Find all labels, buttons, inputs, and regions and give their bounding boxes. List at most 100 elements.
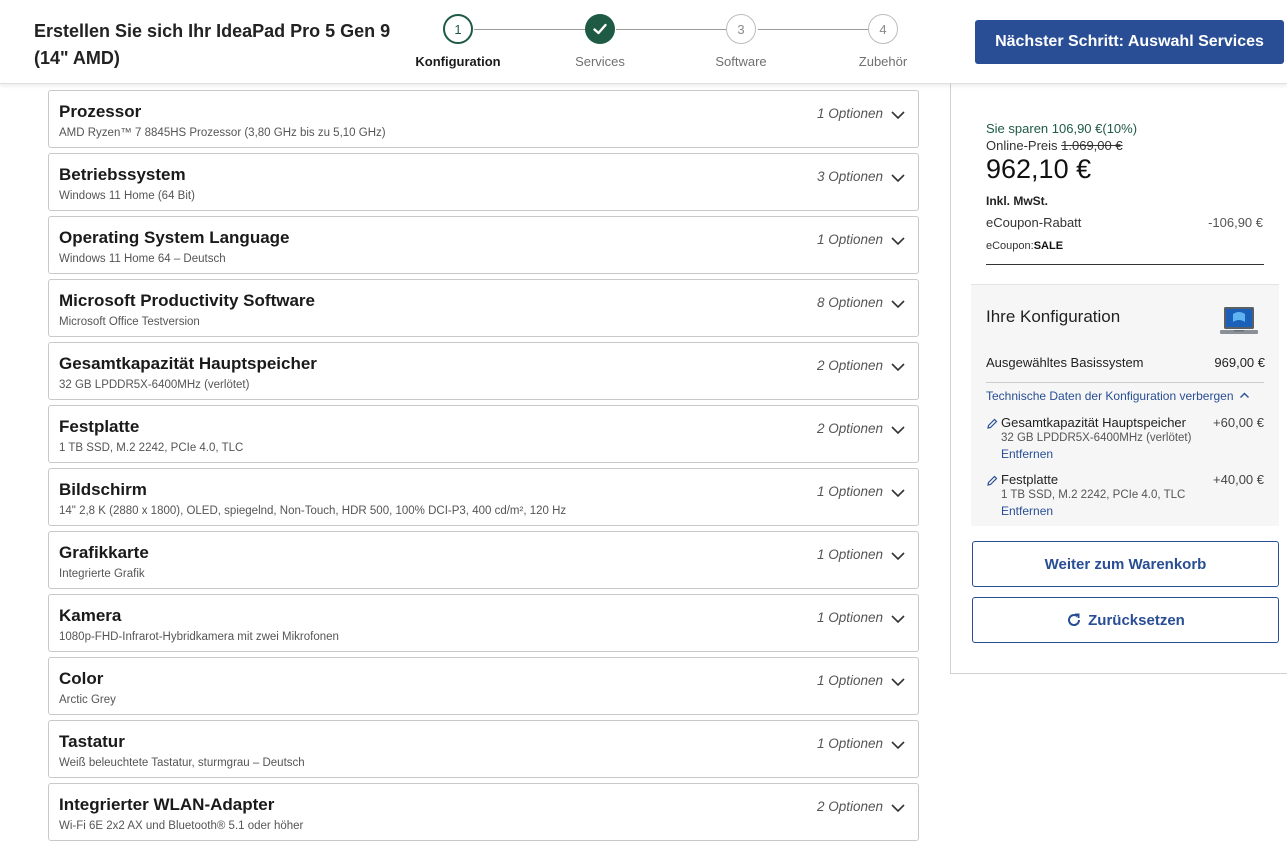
remove-link[interactable]: Entfernen bbox=[1001, 447, 1053, 461]
chevron-down-icon[interactable] bbox=[890, 611, 906, 627]
step-konfiguration[interactable]: 1 Konfiguration bbox=[398, 14, 518, 69]
reset-button[interactable]: Zurücksetzen bbox=[972, 597, 1279, 643]
pencil-icon[interactable] bbox=[986, 418, 998, 430]
page-header: Erstellen Sie sich Ihr IdeaPad Pro 5 Gen… bbox=[0, 0, 1287, 84]
option-row[interactable]: Kamera 1080p-FHD-Infrarot-Hybridkamera m… bbox=[48, 594, 919, 652]
chevron-down-icon[interactable] bbox=[890, 170, 906, 186]
next-step-button[interactable]: Nächster Schritt: Auswahl Services bbox=[975, 20, 1284, 64]
option-value: 32 GB LPDDR5X-6400MHz (verlötet) bbox=[59, 379, 250, 391]
configuration-summary: Ihre Konfiguration Ausgewähltes Basissys… bbox=[971, 284, 1279, 526]
modification-value: 32 GB LPDDR5X-6400MHz (verlötet) bbox=[1001, 432, 1192, 444]
option-row[interactable]: Festplatte 1 TB SSD, M.2 2242, PCIe 4.0,… bbox=[48, 405, 919, 463]
option-row[interactable]: Integrierter WLAN-Adapter Wi-Fi 6E 2x2 A… bbox=[48, 783, 919, 841]
option-count: 1 Optionen bbox=[816, 673, 883, 688]
option-value: Arctic Grey bbox=[59, 694, 116, 706]
step-label: Konfiguration bbox=[415, 54, 501, 69]
option-row[interactable]: Microsoft Productivity Software Microsof… bbox=[48, 279, 919, 337]
modification-value: 1 TB SSD, M.2 2242, PCIe 4.0, TLC bbox=[1001, 489, 1186, 501]
modification-price: +40,00 € bbox=[1213, 472, 1264, 487]
option-value: 14" 2,8 K (2880 x 1800), OLED, spiegelnd… bbox=[59, 505, 567, 517]
chevron-down-icon[interactable] bbox=[890, 422, 906, 438]
chevron-down-icon[interactable] bbox=[890, 296, 906, 312]
step-zubehoer[interactable]: 4 Zubehör bbox=[823, 14, 943, 69]
laptop-icon bbox=[1220, 307, 1258, 334]
chevron-down-icon[interactable] bbox=[890, 548, 906, 564]
option-name: Color bbox=[59, 669, 104, 688]
step-label: Zubehör bbox=[858, 54, 908, 69]
option-name: Bildschirm bbox=[59, 480, 147, 499]
option-name: Tastatur bbox=[59, 732, 125, 751]
option-count: 2 Optionen bbox=[816, 799, 883, 814]
ecoupon-code-label: eCoupon: bbox=[986, 240, 1034, 252]
divider bbox=[986, 382, 1264, 383]
step-services[interactable]: Services bbox=[540, 14, 660, 69]
config-title: Ihre Konfiguration bbox=[986, 307, 1121, 326]
step-number: 4 bbox=[868, 14, 898, 44]
chevron-down-icon[interactable] bbox=[890, 674, 906, 690]
step-number: 1 bbox=[443, 14, 473, 44]
step-number: 3 bbox=[726, 14, 756, 44]
ecoupon-code-value: SALE bbox=[1033, 240, 1064, 252]
remove-link[interactable]: Entfernen bbox=[1001, 504, 1053, 518]
online-price-label: Online-Preis bbox=[986, 138, 1062, 153]
base-system-price: 969,00 € bbox=[1214, 355, 1265, 370]
option-value: Microsoft Office Testversion bbox=[59, 316, 200, 328]
option-name: Prozessor bbox=[59, 102, 142, 121]
option-row[interactable]: Prozessor AMD Ryzen™ 7 8845HS Prozessor … bbox=[48, 90, 919, 148]
option-count: 1 Optionen bbox=[816, 232, 883, 247]
option-row[interactable]: Gesamtkapazität Hauptspeicher 32 GB LPDD… bbox=[48, 342, 919, 400]
option-row[interactable]: Betriebssystem Windows 11 Home (64 Bit) … bbox=[48, 153, 919, 211]
option-count: 1 Optionen bbox=[816, 484, 883, 499]
summary-panel: Sie sparen 106,90 €(10%) Online-Preis 1.… bbox=[950, 84, 1287, 674]
option-row[interactable]: Operating System Language Windows 11 Hom… bbox=[48, 216, 919, 274]
progress-steps: 1 Konfiguration Services 3 Software 4 Zu… bbox=[400, 14, 930, 74]
option-value: Windows 11 Home 64 – Deutsch bbox=[59, 253, 226, 265]
chevron-down-icon[interactable] bbox=[890, 800, 906, 816]
chevron-up-icon bbox=[1239, 392, 1249, 398]
option-value: Integrierte Grafik bbox=[59, 568, 145, 580]
option-count: 8 Optionen bbox=[816, 295, 883, 310]
ecoupon-value: -106,90 € bbox=[1208, 215, 1263, 230]
chevron-down-icon[interactable] bbox=[890, 107, 906, 123]
pencil-icon[interactable] bbox=[986, 475, 998, 487]
old-price: 1.069,00 € bbox=[1061, 138, 1123, 153]
online-price: Online-Preis 1.069,00 € bbox=[986, 138, 1123, 153]
modification-name: Festplatte bbox=[1001, 472, 1059, 487]
option-row[interactable]: Grafikkarte Integrierte Grafik 1 Optione… bbox=[48, 531, 919, 589]
option-name: Integrierter WLAN-Adapter bbox=[59, 795, 275, 814]
option-row[interactable]: Tastatur Weiß beleuchtete Tastatur, stur… bbox=[48, 720, 919, 778]
option-name: Gesamtkapazität Hauptspeicher bbox=[59, 354, 317, 373]
configuration-options: Prozessor AMD Ryzen™ 7 8845HS Prozessor … bbox=[48, 90, 919, 841]
option-value: Windows 11 Home (64 Bit) bbox=[59, 190, 195, 202]
option-value: 1080p-FHD-Infrarot-Hybridkamera mit zwei… bbox=[59, 631, 339, 643]
step-software[interactable]: 3 Software bbox=[681, 14, 801, 69]
cart-button[interactable]: Weiter zum Warenkorb bbox=[972, 541, 1279, 587]
chevron-down-icon[interactable] bbox=[890, 485, 906, 501]
base-system-label: Ausgewähltes Basissystem bbox=[986, 355, 1144, 370]
tax-note: Inkl. MwSt. bbox=[986, 194, 1049, 208]
option-name: Grafikkarte bbox=[59, 543, 149, 562]
ecoupon-label: eCoupon-Rabatt bbox=[986, 215, 1082, 230]
option-name: Betriebssystem bbox=[59, 165, 186, 184]
option-count: 1 Optionen bbox=[816, 106, 883, 121]
option-name: Kamera bbox=[59, 606, 122, 625]
option-value: 1 TB SSD, M.2 2242, PCIe 4.0, TLC bbox=[59, 442, 244, 454]
modification-price: +60,00 € bbox=[1213, 415, 1264, 430]
savings-text: Sie sparen 106,90 €(10%) bbox=[986, 121, 1138, 136]
chevron-down-icon[interactable] bbox=[890, 233, 906, 249]
page-title: Erstellen Sie sich Ihr IdeaPad Pro 5 Gen… bbox=[34, 21, 391, 68]
option-row[interactable]: Bildschirm 14" 2,8 K (2880 x 1800), OLED… bbox=[48, 468, 919, 526]
option-name: Festplatte bbox=[59, 417, 140, 436]
option-count: 1 Optionen bbox=[816, 736, 883, 751]
option-row[interactable]: Color Arctic Grey 1 Optionen bbox=[48, 657, 919, 715]
current-price: 962,10 € bbox=[986, 154, 1092, 184]
checkmark-icon bbox=[585, 14, 615, 44]
hide-tech-specs-link[interactable]: Technische Daten der Konfiguration verbe… bbox=[986, 389, 1250, 403]
chevron-down-icon[interactable] bbox=[890, 359, 906, 375]
option-count: 2 Optionen bbox=[816, 358, 883, 373]
divider bbox=[986, 264, 1264, 265]
option-value: AMD Ryzen™ 7 8845HS Prozessor (3,80 GHz … bbox=[59, 127, 386, 139]
step-label: Services bbox=[575, 54, 625, 69]
step-label: Software bbox=[715, 54, 767, 69]
chevron-down-icon[interactable] bbox=[890, 737, 906, 753]
